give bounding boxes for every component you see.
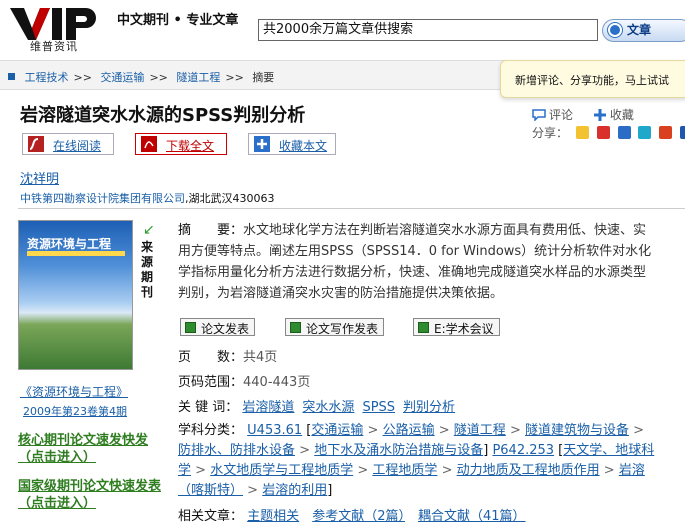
bullet-icon: [185, 322, 196, 333]
keyword-link[interactable]: SPSS: [362, 400, 395, 415]
abstract: 摘 要：水文地球化学方法在判断岩溶隧道突水水源方面具有费用低、快速、实用方便等特…: [178, 220, 658, 304]
share-weibo-icon[interactable]: [596, 126, 610, 139]
keyword-link[interactable]: 突水水源: [302, 400, 354, 415]
org-link[interactable]: 中铁第四勘察设计院集团有限公司: [20, 192, 185, 205]
keyword-link[interactable]: 判别分析: [403, 400, 455, 415]
class-code-link[interactable]: U453.61: [247, 423, 302, 438]
pdf-icon: [141, 136, 157, 152]
range-label: 页码范围：: [178, 375, 244, 390]
share-kaixin-icon[interactable]: [659, 126, 673, 139]
share-tencent-icon[interactable]: [617, 126, 631, 139]
keywords-label: 关 键 词：: [178, 400, 239, 415]
pages-label: 页 数：: [178, 350, 244, 365]
class-link[interactable]: 动力地质及工程地质作用: [457, 463, 600, 478]
cover-stripe: [27, 251, 125, 256]
class-link[interactable]: 地下水及涌水防治措施与设备: [314, 443, 483, 458]
source-label: 来源期刊: [141, 240, 154, 299]
pages-row: 页 数：共4页: [178, 346, 277, 365]
search-icon: [608, 23, 622, 37]
breadcrumb-item-tunnel[interactable]: 隧道工程: [176, 71, 220, 84]
article-tools: 评论 收藏: [532, 106, 650, 123]
cover-title: 资源环境与工程: [27, 237, 112, 251]
related-row: 相关文章： 主题相关 参考文献（2篇） 耦合文献（41篇）: [178, 505, 526, 524]
plus-icon: [593, 109, 606, 121]
author-link[interactable]: 沈祥明: [20, 168, 59, 187]
collect-button[interactable]: 收藏: [593, 108, 642, 122]
classification: 学科分类： U453.61 [交通运输 > 公路运输 > 隧道工程 > 隧道建筑…: [178, 423, 655, 498]
class-link[interactable]: 岩溶的利用: [262, 483, 327, 498]
keyword-link[interactable]: 岩溶隧道: [242, 400, 294, 415]
range-row: 页码范围：440-443页: [178, 371, 310, 390]
site-header: 维普资讯 中文期刊 • 专业文章 共2000余万篇文章供搜索 文章: [0, 0, 685, 60]
share-renren-icon[interactable]: [679, 126, 685, 139]
search-button-label: 文章: [627, 23, 652, 37]
org-suffix: ,湖北武汉430063: [185, 192, 275, 205]
logo-subtitle: 维普资讯: [30, 40, 78, 53]
class-link[interactable]: 防排水、防排水设备: [178, 443, 295, 458]
collect-article-button[interactable]: 收藏本文: [248, 133, 336, 155]
author-org: 中铁第四勘察设计院集团有限公司,湖北武汉430063: [20, 190, 275, 206]
download-label: 下载全文: [166, 139, 215, 153]
search-input[interactable]: 共2000余万篇文章供搜索: [258, 19, 598, 41]
paper-publish-label: 论文发表: [201, 322, 250, 336]
notice-popup[interactable]: 新增评论、分享功能，马上试试: [500, 60, 685, 98]
download-button[interactable]: 下载全文: [135, 133, 227, 155]
bullet-icon: [8, 73, 15, 80]
breadcrumb-item-engineering[interactable]: 工程技术: [25, 71, 69, 84]
promo-link-core[interactable]: 核心期刊论文速发快发（点击进入）: [18, 432, 168, 466]
class-code-link[interactable]: P642.253: [492, 443, 554, 458]
journal-cover[interactable]: 资源环境与工程: [18, 220, 133, 370]
breadcrumb-separator: >>: [73, 71, 92, 84]
paper-publish-button[interactable]: 论文发表: [180, 318, 256, 336]
share-qzone-icon[interactable]: [575, 126, 589, 139]
class-link[interactable]: 公路运输: [383, 423, 435, 438]
journal-link[interactable]: 《资源环境与工程》: [20, 383, 128, 400]
breadcrumb-current: 摘要: [252, 71, 275, 84]
bullet-icon: [418, 322, 429, 333]
class-link[interactable]: 隧道工程: [454, 423, 506, 438]
breadcrumb-separator: >>: [225, 71, 244, 84]
comment-label: 评论: [549, 108, 574, 122]
bullet-icon: [290, 322, 301, 333]
keywords-row: 关 键 词： 岩溶隧道 突水水源 SPSS 判别分析: [178, 396, 463, 415]
class-link[interactable]: 水文地质学与工程地质学: [210, 463, 353, 478]
conference-button[interactable]: E:学术会议: [413, 318, 500, 336]
class-link[interactable]: 工程地质学: [372, 463, 437, 478]
breadcrumb-separator: >>: [149, 71, 168, 84]
collect-article-label: 收藏本文: [279, 139, 328, 153]
paper-writing-label: 论文写作发表: [306, 322, 379, 336]
share-bar: 分享：: [532, 124, 685, 141]
breadcrumb-item-transport[interactable]: 交通运输: [100, 71, 144, 84]
pages-value: 共4页: [243, 350, 278, 365]
promo-link-national[interactable]: 国家级期刊论文快速发表（点击进入）: [18, 478, 168, 512]
share-douban-icon[interactable]: [638, 126, 652, 139]
classification-label: 学科分类：: [178, 423, 244, 438]
site-tagline: 中文期刊 • 专业文章: [117, 13, 239, 28]
breadcrumb: 工程技术 >> 交通运输 >> 隧道工程 >> 摘要: [8, 69, 274, 85]
range-value: 440-443页: [243, 375, 311, 390]
comment-icon: [532, 109, 546, 121]
arrow-icon: ↙: [143, 222, 155, 238]
add-icon: [254, 136, 270, 152]
conference-label: E:学术会议: [434, 322, 494, 336]
paper-writing-button[interactable]: 论文写作发表: [285, 318, 385, 336]
issue-link[interactable]: 2009年第23卷第4期: [23, 403, 127, 419]
class-link[interactable]: 隧道建筑物与设备: [525, 423, 629, 438]
abstract-label: 摘 要：: [178, 223, 244, 238]
collect-label: 收藏: [609, 108, 634, 122]
flash-icon: [28, 136, 44, 152]
search-button[interactable]: 文章: [602, 19, 685, 42]
read-online-label: 在线阅读: [53, 139, 102, 153]
article-title: 岩溶隧道突水水源的SPSS判别分析: [20, 105, 306, 126]
share-label: 分享：: [532, 126, 569, 140]
comment-button[interactable]: 评论: [532, 108, 581, 122]
divider: [18, 208, 685, 209]
class-link[interactable]: 交通运输: [311, 423, 363, 438]
read-online-button[interactable]: 在线阅读: [22, 133, 114, 155]
abstract-text: 水文地球化学方法在判断岩溶隧道突水水源方面具有费用低、快速、实用方便等特点。阐述…: [178, 223, 652, 301]
